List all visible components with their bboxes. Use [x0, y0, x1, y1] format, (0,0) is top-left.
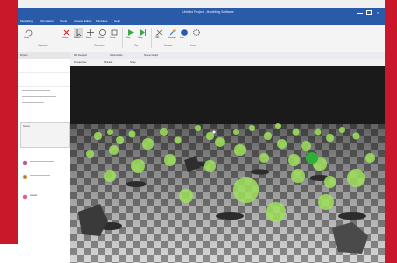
- move-icon: [87, 29, 94, 36]
- stop-label: Stop: [138, 37, 143, 39]
- settings-button[interactable]: Settings: [168, 28, 177, 39]
- path-button[interactable]: Path: [155, 28, 164, 39]
- asset-icon[interactable]: [22, 174, 28, 180]
- play-button[interactable]: Play: [126, 28, 135, 39]
- rotate-icon: [99, 29, 106, 36]
- menu-item-assets-editor[interactable]: Assets Editor: [74, 19, 92, 23]
- ribbon-group-navigate: Navigate: [164, 45, 173, 47]
- scene-tree-label: Scene: [23, 125, 30, 128]
- ribbon-group-extras: Extras: [190, 45, 197, 47]
- info-label: Info: [180, 37, 184, 39]
- menu-bar: Modelling Simulation Tools Assets Editor…: [18, 17, 385, 25]
- scale-button[interactable]: Scale: [110, 28, 119, 39]
- red-frame-left: [0, 0, 18, 263]
- ribbon: Undo Delete Select Move Rotate Scale Pla…: [18, 25, 385, 53]
- delete-icon: [63, 29, 70, 36]
- project-panel-title: Project: [20, 54, 28, 57]
- ribbon-group-clipboard: Clipboard: [38, 45, 48, 47]
- window-minimize-icon[interactable]: [357, 13, 363, 14]
- undo-icon: [25, 29, 33, 37]
- play-step-icon: [140, 29, 146, 36]
- project-panel-header: Project: [18, 52, 70, 59]
- menu-item-simulation[interactable]: Simulation: [40, 19, 54, 23]
- menu-item-help[interactable]: Help: [114, 19, 120, 23]
- menu-item-tools[interactable]: Tools: [60, 19, 67, 23]
- delete-button[interactable]: Delete: [62, 28, 71, 39]
- app-window: Untitled Project - Modelling Software × …: [18, 0, 385, 263]
- scale-icon: [111, 29, 118, 36]
- select-button[interactable]: Select: [74, 28, 83, 39]
- move-label: Move: [86, 37, 92, 39]
- tab-3d-viewport[interactable]: 3D Viewport: [74, 54, 87, 57]
- snap-dropdown[interactable]: Snap: [130, 61, 136, 64]
- 3d-scene: [70, 66, 385, 263]
- view-mode-dropdown[interactable]: Perspective: [74, 61, 87, 64]
- title-bar: Untitled Project - Modelling Software ×: [18, 8, 385, 17]
- cursor-marker: [212, 130, 216, 134]
- wrench-icon: [169, 29, 176, 36]
- path-label: Path: [155, 37, 160, 39]
- scissors-icon: [155, 29, 163, 37]
- asset-icon[interactable]: [22, 194, 28, 200]
- ribbon-group-play: Play: [134, 45, 139, 47]
- info-icon: [181, 29, 188, 36]
- window-close-icon[interactable]: ×: [375, 10, 381, 15]
- 3d-viewport[interactable]: [70, 66, 385, 263]
- menu-item-modelling[interactable]: Modelling: [20, 19, 33, 23]
- project-panel: Project Scene Assets: [18, 52, 71, 263]
- gear-button[interactable]: [192, 28, 201, 38]
- play-icon: [128, 29, 134, 36]
- menu-item-modules[interactable]: Modules: [96, 19, 107, 23]
- move-button[interactable]: Move: [86, 28, 95, 39]
- highlighted-sphere: [306, 152, 318, 164]
- gear-icon: [193, 29, 200, 36]
- delete-label: Delete: [62, 37, 69, 39]
- rotate-label: Rotate: [98, 37, 105, 39]
- stop-button[interactable]: Stop: [138, 28, 147, 39]
- info-button[interactable]: Info: [180, 28, 189, 39]
- undo-label: Undo: [24, 37, 30, 39]
- tab-node-editor[interactable]: Node Editor: [110, 54, 123, 57]
- window-maximize-icon[interactable]: [366, 10, 372, 15]
- settings-label: Settings: [168, 37, 176, 39]
- page-margin: [0, 244, 60, 263]
- asset-icon[interactable]: [22, 160, 28, 166]
- assets-label: Assets: [30, 194, 38, 197]
- rotate-button[interactable]: Rotate: [98, 28, 107, 39]
- tab-scene-graph[interactable]: Scene Graph: [144, 54, 158, 57]
- ribbon-group-placement: Placement: [94, 45, 105, 47]
- shading-dropdown[interactable]: Shaded: [104, 61, 112, 64]
- play-label: Play: [126, 37, 131, 39]
- select-label: Select: [74, 37, 81, 39]
- red-frame-right: [385, 0, 397, 263]
- window-title: Untitled Project - Modelling Software: [182, 10, 234, 14]
- scale-label: Scale: [110, 37, 116, 39]
- undo-button[interactable]: Undo: [24, 28, 33, 39]
- scene-tree[interactable]: Scene: [20, 122, 70, 148]
- cursor-icon: [76, 29, 82, 37]
- document-tabs: 3D Viewport Node Editor Scene Graph: [70, 52, 385, 59]
